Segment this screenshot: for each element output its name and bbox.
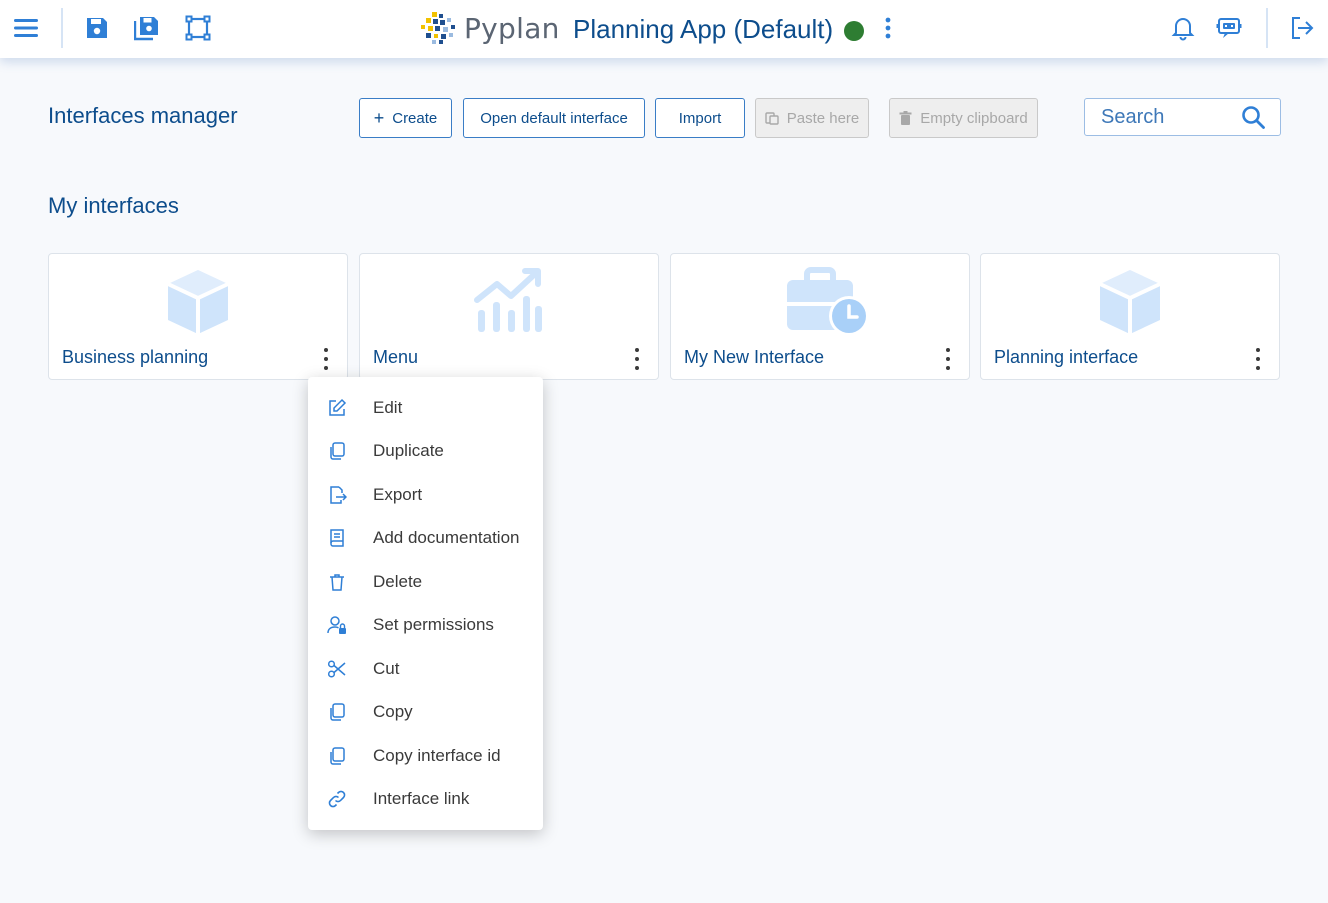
pyplan-logo-mark <box>421 12 455 44</box>
menu-item-copy-interface-id[interactable]: Copy interface id <box>308 734 543 778</box>
menu-item-cut[interactable]: Cut <box>308 647 543 691</box>
menu-item-edit[interactable]: Edit <box>308 386 543 430</box>
interface-card[interactable]: Planning interface <box>980 253 1280 380</box>
menu-item-add-documentation[interactable]: Add documentation <box>308 517 543 561</box>
logout-icon[interactable] <box>1287 13 1317 43</box>
page-title: Interfaces manager <box>48 103 238 128</box>
create-button-label: Create <box>392 109 438 127</box>
menu-item-label: Edit <box>373 397 403 417</box>
search-input[interactable] <box>1101 106 1231 129</box>
book-icon <box>330 529 344 547</box>
import-button-label: Import <box>678 109 722 127</box>
user-lock-icon <box>327 616 346 635</box>
bell-icon[interactable] <box>1168 13 1198 43</box>
menu-item-label: Interface link <box>373 789 470 809</box>
divider <box>61 8 63 48</box>
menu-item-label: Copy interface id <box>373 745 501 765</box>
card-label: My New Interface <box>684 347 825 367</box>
menu-item-delete[interactable]: Delete <box>308 560 543 604</box>
export-icon <box>330 486 347 504</box>
card-label: Planning interface <box>994 347 1139 367</box>
trash-icon <box>330 574 344 591</box>
interface-card[interactable]: Business planning <box>48 253 348 380</box>
interface-card[interactable]: My New Interface <box>670 253 970 380</box>
search-box <box>1084 98 1281 136</box>
menu-item-label: Set permissions <box>373 615 494 635</box>
link-icon <box>328 790 346 808</box>
vector-square-icon[interactable] <box>183 13 213 43</box>
menu-item-copy[interactable]: Copy <box>308 691 543 735</box>
section-title: My interfaces <box>48 193 179 218</box>
menu-item-export[interactable]: Export <box>308 473 543 517</box>
copy-id-icon <box>330 747 345 765</box>
card-menu-icon[interactable] <box>941 346 955 372</box>
briefcase-clock-icon <box>787 267 869 336</box>
card-label: Menu <box>373 347 419 367</box>
duplicate-icon <box>330 442 345 460</box>
menu-item-set-permissions[interactable]: Set permissions <box>308 604 543 648</box>
empty-clipboard-label: Empty clipboard <box>920 109 1028 127</box>
menu-item-label: Add documentation <box>373 528 520 548</box>
open-default-interface-button[interactable]: Open default interface <box>463 98 645 138</box>
card-menu-icon[interactable] <box>319 346 333 372</box>
card-menu-icon[interactable] <box>630 346 644 372</box>
menu-item-label: Delete <box>373 571 423 591</box>
plus-icon: + <box>373 108 385 128</box>
card-label: Business planning <box>62 347 209 367</box>
menu-item-label: Export <box>373 484 423 504</box>
divider <box>1266 8 1268 48</box>
open-default-interface-label: Open default interface <box>480 109 628 127</box>
chat-bot-icon[interactable] <box>1214 13 1244 43</box>
paste-icon <box>765 112 779 125</box>
interface-card[interactable]: Menu <box>359 253 659 380</box>
status-indicator <box>844 21 864 41</box>
save-icon[interactable] <box>82 13 112 43</box>
save-as-icon[interactable] <box>132 13 162 43</box>
paste-here-button[interactable]: Paste here <box>755 98 869 138</box>
import-button[interactable]: Import <box>655 98 745 138</box>
menu-item-label: Cut <box>373 658 400 678</box>
scissors-icon <box>327 660 346 678</box>
context-menu: Edit Duplicate Export Add documentation … <box>308 377 543 830</box>
pyplan-logo: Pyplan <box>418 10 560 46</box>
menu-item-label: Duplicate <box>373 441 444 461</box>
vertical-dots-icon[interactable] <box>873 13 903 43</box>
top-bar: Pyplan Planning App (Default) <box>0 0 1328 58</box>
empty-clipboard-button[interactable]: Empty clipboard <box>889 98 1038 138</box>
menu-item-label: Copy <box>373 702 413 722</box>
search-icon[interactable] <box>1240 104 1266 130</box>
menu-item-duplicate[interactable]: Duplicate <box>308 430 543 474</box>
menu-item-interface-link[interactable]: Interface link <box>308 778 543 822</box>
app-title[interactable]: Planning App (Default) <box>573 14 833 45</box>
create-button[interactable]: + Create <box>359 98 452 138</box>
copy-icon <box>330 703 345 721</box>
menu-icon[interactable] <box>11 13 41 43</box>
paste-here-label: Paste here <box>786 109 860 127</box>
logo-text: Pyplan <box>464 11 560 45</box>
chart-trend-icon <box>474 268 542 332</box>
edit-icon <box>329 398 347 416</box>
card-menu-icon[interactable] <box>1251 346 1265 372</box>
trash-icon <box>899 111 912 125</box>
cube-icon <box>1099 270 1161 334</box>
cube-icon <box>167 270 229 334</box>
